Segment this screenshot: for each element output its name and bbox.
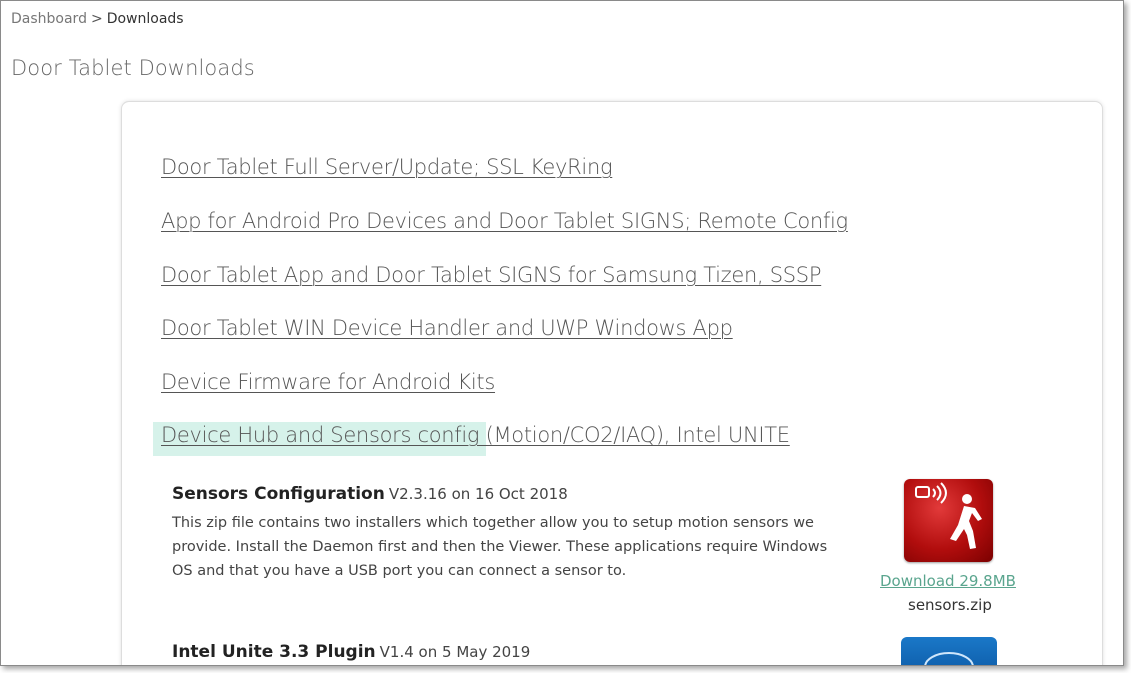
intel-icon[interactable] xyxy=(901,637,997,665)
page-frame: Dashboard > Downloads Door Tablet Download… xyxy=(0,0,1124,666)
link-full-server[interactable]: Door Tablet Full Server/Update; SSL KeyR… xyxy=(161,155,613,179)
breadcrumb-separator: > xyxy=(90,11,103,27)
link-samsung-tizen[interactable]: Door Tablet App and Door Tablet SIGNS fo… xyxy=(161,263,822,287)
download-filename: sensors.zip xyxy=(908,596,992,614)
item-version-meta: V2.3.16 on 16 Oct 2018 xyxy=(388,485,568,503)
item-name: Sensors Configuration xyxy=(172,484,385,504)
download-sensors-link[interactable]: Download 29.8MB xyxy=(880,572,1016,590)
page-title: Door Tablet Downloads xyxy=(11,56,255,80)
link-device-firmware[interactable]: Device Firmware for Android Kits xyxy=(161,370,495,394)
breadcrumb: Dashboard > Downloads xyxy=(11,11,184,27)
breadcrumb-dashboard-link[interactable]: Dashboard xyxy=(11,11,87,27)
item-title-intel-unite: Intel Unite 3.3 Plugin V1.4 on 5 May 2019 xyxy=(172,642,530,662)
item-description: This zip file contains two installers wh… xyxy=(172,515,828,579)
breadcrumb-current: Downloads xyxy=(106,11,184,27)
link-win-device-handler[interactable]: Door Tablet WIN Device Handler and UWP W… xyxy=(161,316,733,340)
link-android-pro[interactable]: App for Android Pro Devices and Door Tab… xyxy=(161,209,848,233)
item-title-sensors: Sensors Configuration V2.3.16 on 16 Oct 2… xyxy=(172,484,568,504)
item-version-meta: V1.4 on 5 May 2019 xyxy=(379,643,531,661)
item-name: Intel Unite 3.3 Plugin xyxy=(172,642,376,662)
motion-sensor-icon[interactable] xyxy=(904,479,993,562)
link-device-hub-sensors[interactable]: Device Hub and Sensors config (Motion/CO… xyxy=(161,423,790,447)
